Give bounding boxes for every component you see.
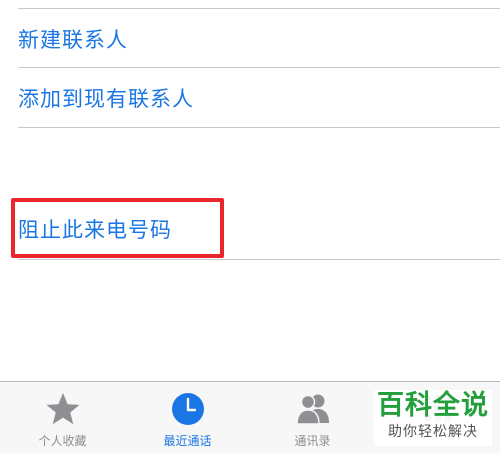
highlight-annotation-box [11, 198, 224, 258]
separator [18, 67, 500, 68]
star-icon [46, 393, 79, 425]
separator [18, 259, 500, 260]
watermark-subtitle: 助你轻松解决 [388, 424, 478, 440]
add-to-existing-contact-label: 添加到现有联系人 [18, 87, 194, 111]
clock-icon [171, 393, 204, 425]
tab-recents[interactable]: 最近通话 [125, 382, 250, 453]
watermark-title: 百科全说 [377, 390, 489, 421]
contact-actions-screen: 新建联系人 添加到现有联系人 阻止此来电号码 个人收藏 最近通话 通讯录 百科全… [0, 0, 500, 453]
tab-favorites[interactable]: 个人收藏 [0, 382, 125, 453]
tab-recents-label: 最近通话 [163, 434, 212, 448]
add-to-existing-contact-button[interactable]: 添加到现有联系人 [18, 69, 500, 127]
tab-contacts-label: 通讯录 [294, 434, 331, 448]
separator [18, 8, 500, 9]
tab-contacts[interactable]: 通讯录 [250, 382, 375, 453]
new-contact-button[interactable]: 新建联系人 [18, 10, 500, 68]
contacts-icon [295, 394, 329, 425]
new-contact-label: 新建联系人 [18, 28, 128, 52]
separator [18, 127, 500, 128]
tab-favorites-label: 个人收藏 [38, 434, 87, 448]
watermark-logo: 百科全说 助你轻松解决 [374, 390, 492, 446]
